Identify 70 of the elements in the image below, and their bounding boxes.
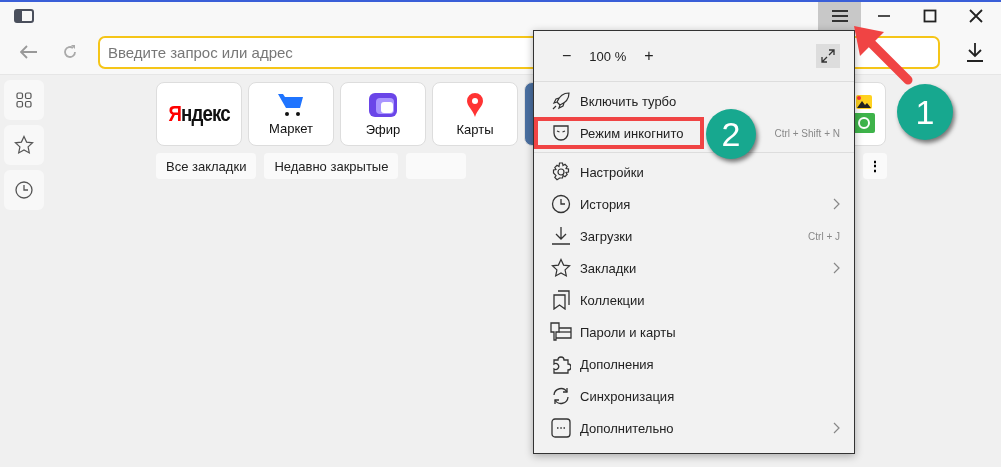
pointer-arrow bbox=[854, 26, 913, 85]
fullscreen-button[interactable] bbox=[816, 44, 840, 68]
clock-icon bbox=[551, 194, 571, 214]
close-icon[interactable] bbox=[969, 9, 983, 23]
menu-item-label: Синхронизация bbox=[580, 388, 675, 404]
menu-item[interactable]: Настройки bbox=[534, 156, 854, 188]
maximize-icon[interactable] bbox=[923, 9, 937, 23]
sidebar-toggle-icon[interactable] bbox=[14, 9, 34, 23]
menu-item-label: Загрузки bbox=[580, 228, 633, 244]
menu-item[interactable]: Пароли и карты bbox=[534, 316, 854, 348]
tile-label: Карты bbox=[456, 121, 494, 137]
site-tile[interactable]: Карты bbox=[432, 82, 518, 146]
menu-icon bbox=[831, 10, 848, 22]
download-icon[interactable] bbox=[966, 42, 984, 62]
bookmarks-button[interactable]: Недавно закрытые bbox=[264, 153, 399, 179]
sidebar-button[interactable] bbox=[4, 80, 44, 120]
mask-icon bbox=[552, 124, 570, 142]
step-badge: 1 bbox=[897, 84, 953, 140]
bookmarks-button[interactable]: Все закладки bbox=[156, 153, 257, 179]
shortcut-text: Ctrl + Shift + N bbox=[774, 127, 840, 139]
sync-icon bbox=[551, 386, 571, 406]
site-tile[interactable]: Яндекс bbox=[156, 82, 242, 146]
menu-item-label: Включить турбо bbox=[580, 93, 677, 109]
bookmarks-icon bbox=[552, 290, 570, 310]
rocket-icon bbox=[551, 91, 571, 111]
zoom-value: 100 % bbox=[589, 48, 627, 64]
download-icon bbox=[551, 226, 571, 246]
menu-item[interactable]: Коллекции bbox=[534, 284, 854, 316]
shortcut-text: Ctrl + J bbox=[808, 230, 840, 242]
key-card-icon bbox=[550, 322, 572, 342]
grid-icon bbox=[16, 92, 32, 108]
menu-item-label: Дополнительно bbox=[580, 420, 674, 436]
back-arrow-icon[interactable] bbox=[20, 45, 38, 59]
sidebar-button[interactable] bbox=[4, 125, 44, 165]
map-pin-icon bbox=[466, 91, 484, 118]
menu-item-label: Коллекции bbox=[580, 292, 645, 308]
image-icon bbox=[856, 95, 872, 109]
gear-icon bbox=[551, 162, 571, 182]
menu-item[interactable]: Загрузки Ctrl + J bbox=[534, 220, 854, 252]
menu-item-label: Настройки bbox=[580, 164, 644, 180]
expand-icon bbox=[821, 49, 835, 63]
round-logo-icon bbox=[853, 113, 875, 133]
menu-item[interactable]: Закладки bbox=[534, 252, 854, 284]
zoom-out-button[interactable]: − bbox=[556, 47, 578, 65]
more-icon bbox=[551, 418, 571, 438]
menu-item[interactable]: Дополнительно bbox=[534, 412, 854, 444]
tile-label: Эфир bbox=[365, 121, 401, 137]
menu-button[interactable] bbox=[818, 2, 861, 30]
site-logo: Яндекс bbox=[168, 101, 230, 127]
zoom-in-button[interactable]: + bbox=[638, 47, 660, 65]
more-button[interactable]: ⋮ bbox=[863, 153, 888, 179]
menu-item[interactable]: Синхронизация bbox=[534, 380, 854, 412]
clock-icon bbox=[15, 181, 33, 199]
site-tile[interactable]: Маркет bbox=[248, 82, 334, 146]
tile-label: Маркет bbox=[269, 120, 313, 136]
menu-item-label: Пароли и карты bbox=[580, 324, 676, 340]
menu-item[interactable]: Режим инкогнито bbox=[534, 117, 704, 149]
menu-item-label: Дополнения bbox=[580, 356, 654, 372]
menu-item-label: Закладки bbox=[580, 260, 637, 276]
cart-icon bbox=[278, 92, 304, 117]
sidebar-button[interactable] bbox=[4, 170, 44, 210]
menu-item[interactable]: Дополнения bbox=[534, 348, 854, 380]
menu-item-label: Режим инкогнито bbox=[580, 125, 684, 141]
puzzle-icon bbox=[551, 354, 571, 374]
stacked-squares-icon bbox=[368, 91, 398, 118]
menu-item[interactable]: История bbox=[534, 188, 854, 220]
menu-item-label: История bbox=[580, 196, 631, 212]
star-icon bbox=[551, 258, 571, 278]
site-tile[interactable]: Эфир bbox=[340, 82, 426, 146]
star-icon bbox=[14, 135, 34, 155]
